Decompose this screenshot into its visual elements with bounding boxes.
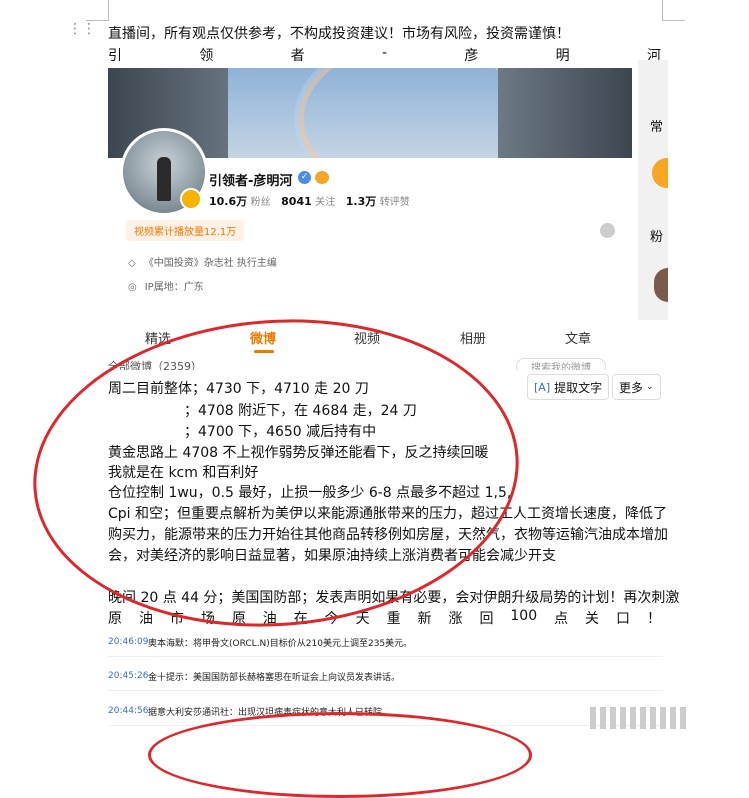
ip-row: ◎ IP属地：广东: [128, 278, 204, 293]
disclaimer-text: 直播间，所有观点仅供参考，不构成投资建议！市场有风险，投资需谨慎！: [108, 26, 570, 42]
toolbar-tab[interactable]: [600, 707, 606, 729]
author-line: 引领者-彦明河: [108, 45, 661, 65]
repost-label: 转评赞: [379, 197, 410, 208]
repost-count: 1.3万: [345, 195, 377, 208]
extract-text-button[interactable]: [A] 提取文字: [527, 374, 610, 400]
profile-stats: 10.6万 粉丝 8041 关注 1.3万 转评赞: [209, 193, 410, 209]
more-label: 更多: [619, 380, 644, 395]
shield-icon: ◇: [128, 258, 136, 269]
toolbar-tab[interactable]: [660, 707, 666, 729]
extract-text-label: 提取文字: [554, 380, 603, 395]
side-label-2: 粉: [650, 230, 664, 245]
tab-album[interactable]: 相册: [460, 328, 486, 347]
text-scan-icon: [A]: [534, 380, 551, 394]
author-char: 引: [108, 48, 122, 64]
post-char: 关: [585, 611, 600, 627]
post-char: 回: [479, 611, 494, 627]
profile-name: 引领者-彦明河: [209, 174, 293, 189]
toolbar-tab[interactable]: [640, 707, 646, 729]
toolbar-tab[interactable]: [630, 707, 636, 729]
post-char: 新: [417, 611, 432, 627]
author-char: 彦: [464, 48, 479, 64]
chevron-down-icon: ⌄: [646, 382, 654, 392]
org-row: ◇ 《中国投资》杂志社 执行主编: [128, 254, 277, 269]
post-char: 涨: [448, 611, 463, 627]
toolbar-tab[interactable]: [680, 707, 686, 729]
search-input[interactable]: 搜索我的微博: [516, 358, 606, 370]
fans-count: 10.6万: [209, 195, 248, 208]
author-char: 者: [290, 48, 305, 64]
halo-image: [298, 68, 530, 158]
post-char: 点: [554, 611, 569, 627]
post-char: 油: [138, 611, 153, 627]
crop-mark-right: [662, 0, 685, 21]
news-time: 20:45:26: [108, 671, 149, 681]
annotation-ellipse-bottom: [148, 712, 532, 798]
crop-mark-left: [86, 0, 109, 21]
post-char: ！: [646, 611, 661, 627]
news-row[interactable]: 20:45:26 金十提示：美国国防部长赫格塞思在听证会上向议员发表讲话。: [108, 662, 663, 691]
org-text: 《中国投资》杂志社 执行主编: [143, 258, 277, 269]
drag-handle-icon[interactable]: ⋮⋮: [68, 22, 96, 41]
news-text: 奥本海默：将甲骨文(ORCL.N)目标价从210美元上调至235美元。: [148, 638, 413, 649]
author-char: 明: [555, 48, 570, 64]
author-char: 领: [199, 48, 214, 64]
side-label-1: 常: [650, 120, 664, 135]
more-button[interactable]: 更多 ⌄: [612, 374, 661, 400]
news-time: 20:46:09: [108, 637, 149, 647]
toolbar-tab[interactable]: [590, 707, 596, 729]
video-stat-badge: 视频累计播放量12.1万: [126, 220, 245, 241]
news-text: 金十提示：美国国防部长赫格塞思在听证会上向议员发表讲话。: [148, 672, 401, 683]
author-char: -: [381, 45, 387, 61]
toolbar-tab[interactable]: [610, 707, 616, 729]
follow-count: 8041: [281, 195, 312, 208]
post-char: 重: [386, 611, 401, 627]
news-row[interactable]: 20:46:09 奥本海默：将甲骨文(ORCL.N)目标价从210美元上调至23…: [108, 628, 663, 657]
expand-chevron-icon[interactable]: [600, 223, 615, 238]
verified-badge-icon: [180, 188, 202, 210]
vip-icon: [315, 171, 329, 184]
post-char: 100: [510, 608, 538, 624]
page-toolbar: [590, 705, 740, 731]
location-icon: ◎: [128, 282, 137, 293]
toolbar-tab[interactable]: [650, 707, 656, 729]
tab-article[interactable]: 文章: [565, 328, 591, 347]
ip-text: IP属地：广东: [144, 282, 204, 293]
fans-label: 粉丝: [250, 197, 271, 208]
building-right: [498, 68, 632, 158]
follow-label: 关注: [315, 197, 336, 208]
news-time: 20:44:56: [108, 706, 149, 716]
post-char: 原: [108, 611, 122, 627]
verified-icon: ✓: [298, 171, 311, 184]
post-char: 口: [615, 611, 630, 627]
toolbar-tab[interactable]: [620, 707, 626, 729]
toolbar-tab[interactable]: [670, 707, 676, 729]
